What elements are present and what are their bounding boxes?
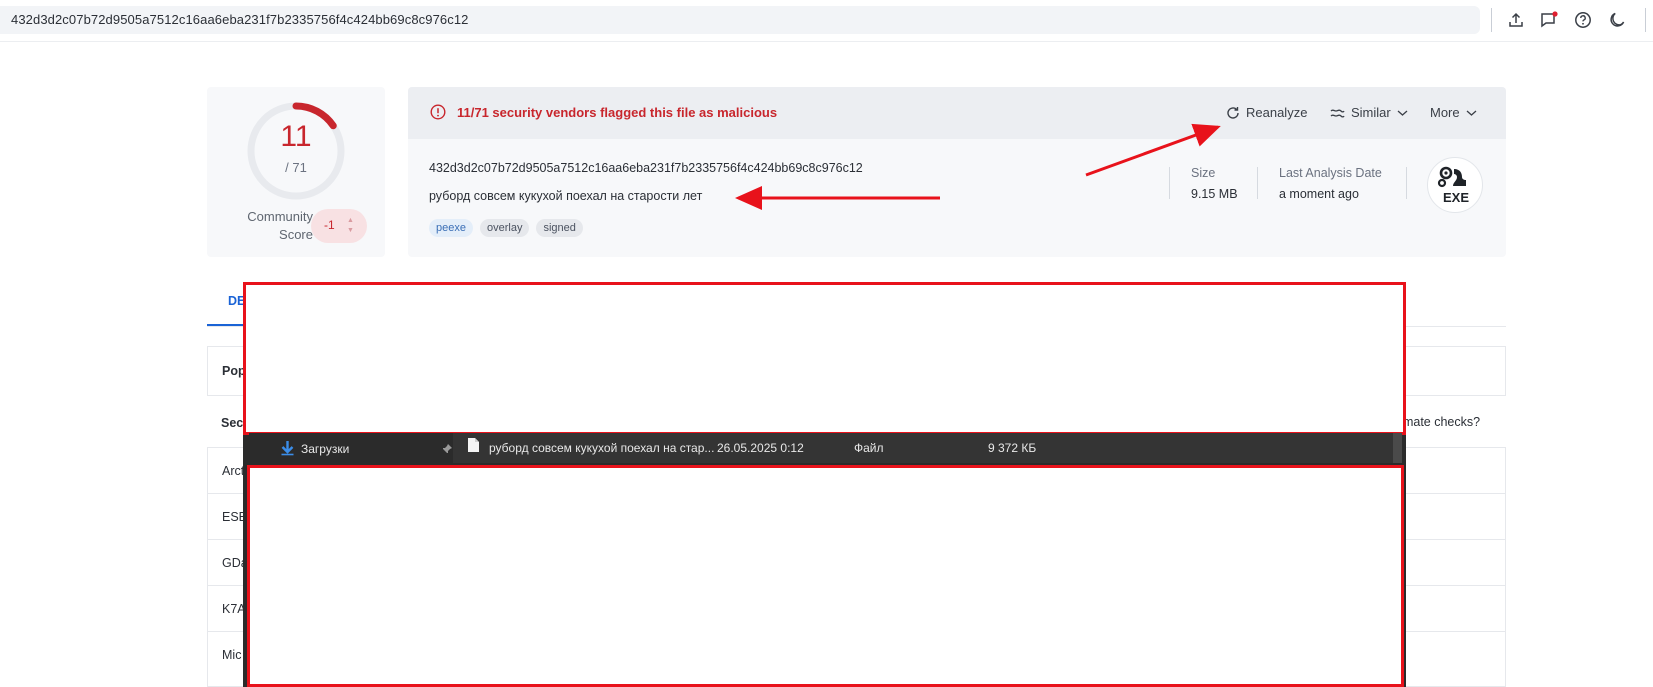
malicious-alert-bar: 11/71 security vendors flagged this file… [408, 87, 1506, 139]
explorer-file-entry[interactable]: руборд совсем кукухой поехал на стар... … [453, 433, 1393, 463]
more-button[interactable]: More [1430, 105, 1477, 120]
chevron-down-icon [1397, 109, 1408, 117]
upload-icon[interactable] [1505, 9, 1527, 31]
meta-divider [1406, 167, 1407, 199]
file-tags: peexe overlay signed [429, 219, 583, 237]
alert-circle-icon [430, 104, 446, 120]
vendor-total: / 71 [285, 160, 307, 175]
last-analysis-label: Last Analysis Date [1279, 166, 1382, 180]
detection-count: 11 [280, 120, 312, 153]
meta-divider [1257, 167, 1258, 199]
file-name: руборд совсем кукухой поехал на старости… [429, 189, 703, 203]
size-value: 9.15 MB [1191, 187, 1238, 201]
reanalyze-button[interactable]: Reanalyze [1226, 105, 1307, 120]
community-score-label: Community Score [247, 209, 313, 242]
explorer-file-size: 9 372 КБ [988, 441, 1037, 455]
search-bar[interactable]: 432d3d2c07b72d9505a7512c16aa6eba231f7b23… [0, 6, 1480, 34]
help-icon[interactable] [1572, 9, 1594, 31]
automate-checks-link[interactable]: omate checks? [1396, 415, 1480, 429]
similar-icon [1330, 107, 1345, 119]
tag-peexe[interactable]: peexe [429, 219, 473, 237]
detection-score-card: 11 / 71 Community Score -1 ▲ ▼ [207, 87, 385, 257]
community-vote-widget[interactable]: -1 ▲ ▼ [311, 209, 367, 243]
last-analysis-value: a moment ago [1279, 187, 1359, 201]
toolbar-divider [1645, 8, 1646, 32]
sidebar-item-downloads[interactable]: Загрузки [301, 442, 349, 456]
malicious-alert-text: 11/71 security vendors flagged this file… [457, 105, 778, 120]
comment-icon[interactable] [1538, 9, 1560, 31]
security-vendors-label: Sec [221, 416, 244, 430]
reanalyze-label: Reanalyze [1246, 105, 1308, 120]
download-arrow-icon [280, 440, 295, 456]
svg-text:EXE: EXE [1443, 190, 1469, 205]
similar-button[interactable]: Similar [1330, 105, 1408, 120]
moon-icon[interactable] [1606, 9, 1628, 31]
file-detail-card: 11/71 security vendors flagged this file… [408, 87, 1506, 257]
pin-icon[interactable] [442, 443, 453, 454]
vote-arrows-icon[interactable]: ▲ ▼ [347, 216, 354, 236]
size-label: Size [1191, 166, 1216, 180]
explorer-file-type: Файл [854, 441, 884, 455]
exe-file-type-icon: EXE [1427, 157, 1483, 213]
search-input[interactable]: 432d3d2c07b72d9505a7512c16aa6eba231f7b23… [11, 12, 469, 27]
file-explorer-window: Загрузки руборд совсем кукухой поехал на… [243, 282, 1406, 687]
redacted-box-bottom [247, 465, 1404, 687]
explorer-file-row[interactable]: Загрузки руборд совсем кукухой поехал на… [249, 433, 1399, 463]
redacted-box-top [243, 282, 1406, 435]
toolbar-divider [1491, 8, 1492, 32]
tag-overlay[interactable]: overlay [479, 219, 530, 237]
file-document-icon [467, 437, 480, 453]
tag-signed[interactable]: signed [536, 219, 583, 237]
refresh-icon [1226, 106, 1240, 120]
community-score-value: -1 [324, 218, 335, 232]
top-bar: 432d3d2c07b72d9505a7512c16aa6eba231f7b23… [0, 0, 1653, 42]
explorer-scrollbar[interactable] [1393, 433, 1402, 463]
explorer-file-name: руборд совсем кукухой поехал на стар... [489, 441, 715, 455]
explorer-file-date: 26.05.2025 0:12 [717, 441, 804, 455]
meta-divider [1169, 167, 1170, 199]
similar-label: Similar [1351, 105, 1391, 120]
more-label: More [1430, 105, 1460, 120]
file-hash: 432d3d2c07b72d9505a7512c16aa6eba231f7b23… [429, 161, 863, 175]
chevron-down-icon [1466, 109, 1477, 117]
